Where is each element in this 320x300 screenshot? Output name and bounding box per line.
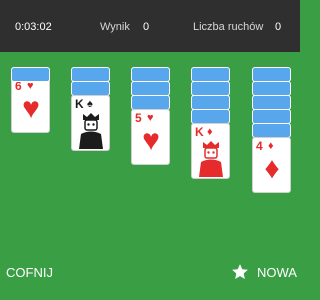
spade-icon: ♠ [87,98,93,110]
card-back [131,67,170,82]
top-bar: 0:03:02 Wynik 0 Liczba ruchów 0 [0,0,300,52]
card-back [131,81,170,96]
card-face-up[interactable]: 5 ♥ ♥ [131,109,170,165]
card-back [252,81,291,96]
new-game-button[interactable]: NOWA [257,266,297,280]
card-face-up[interactable]: 6 ♥ ♥ [11,77,50,133]
king-figure-icon [79,113,103,149]
card-back [131,95,170,110]
card-rank: K [75,97,84,111]
card-back [11,67,50,82]
card-back [252,109,291,124]
diamond-icon: ♦ [207,126,213,138]
card-back [191,67,230,82]
card-face-up[interactable]: 4 ♦ ♦ [252,137,291,193]
score-value: 0 [143,21,150,33]
star-icon[interactable] [231,263,249,281]
moves-label: Liczba ruchów [193,21,264,33]
card-back [71,67,110,82]
card-back [191,81,230,96]
card-back [252,95,291,110]
timer: 0:03:02 [15,21,52,33]
score-label: Wynik [100,21,130,33]
card-face-up[interactable]: K ♦ [191,123,230,179]
diamond-icon: ♦ [264,152,280,185]
heart-icon: ♥ [22,92,40,125]
card-back [252,67,291,82]
card-back [191,109,230,124]
card-face-up[interactable]: K ♠ [71,95,110,151]
moves-value: 0 [275,21,282,33]
card-rank: K [195,125,204,139]
card-back [252,123,291,138]
king-figure-icon [199,141,223,177]
card-back [71,81,110,96]
undo-button[interactable]: COFNIJ [6,266,53,280]
heart-icon: ♥ [142,124,160,157]
card-back [191,95,230,110]
